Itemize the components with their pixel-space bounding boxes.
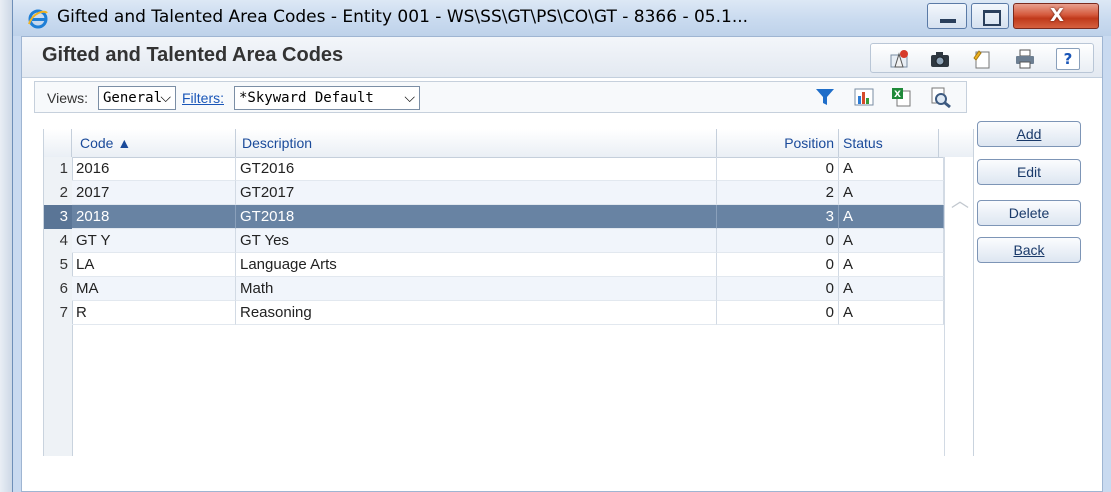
scroll-up-icon[interactable]: ︿ <box>951 187 969 213</box>
rownum-header <box>44 129 72 157</box>
chevron-down-icon: ⌵ <box>160 90 171 106</box>
maximize-button[interactable] <box>971 3 1009 29</box>
position-cell: 0 <box>717 157 839 181</box>
close-button[interactable]: X <box>1013 3 1099 29</box>
description-cell: GT2016 <box>236 157 717 181</box>
table-row[interactable]: 2 2017 GT2017 2 A <box>44 181 944 205</box>
minimize-icon <box>940 19 956 23</box>
header-toolbar: ? <box>870 43 1094 73</box>
table-row-selected[interactable]: 3 2018 GT2018 3 A <box>44 205 944 229</box>
code-cell: 2018 <box>72 205 236 229</box>
code-cell: MA <box>72 277 236 301</box>
position-cell: 0 <box>717 301 839 325</box>
close-icon: X <box>1050 5 1064 26</box>
code-column-header[interactable]: Code ▲ <box>72 129 236 157</box>
description-cell: Language Arts <box>236 253 717 277</box>
title-bar[interactable]: Gifted and Talented Area Codes - Entity … <box>13 0 1111 36</box>
status-cell: A <box>839 205 944 229</box>
code-cell: LA <box>72 253 236 277</box>
page-header: Gifted and Talented Area Codes ? <box>22 37 1102 78</box>
table-row[interactable]: 4 GT Y GT Yes 0 A <box>44 229 944 253</box>
status-cell: A <box>839 253 944 277</box>
filter-icon[interactable] <box>813 86 837 108</box>
internet-explorer-icon <box>28 9 48 29</box>
status-column-header[interactable]: Status <box>839 129 939 157</box>
description-cell: GT2017 <box>236 181 717 205</box>
position-cell: 0 <box>717 253 839 277</box>
views-label: Views: <box>47 90 88 106</box>
description-cell: Reasoning <box>236 301 717 325</box>
minimize-button[interactable] <box>927 3 967 29</box>
views-filters-bar: Views: General ⌵ Filters: *Skyward Defau… <box>34 81 967 113</box>
maximize-icon <box>983 10 1001 26</box>
description-cell: Math <box>236 277 717 301</box>
chart-icon[interactable] <box>852 86 876 108</box>
code-cell: GT Y <box>72 229 236 253</box>
views-value: General <box>103 90 163 106</box>
code-cell: 2016 <box>72 157 236 181</box>
filters-link[interactable]: Filters: <box>182 90 224 106</box>
edit-button[interactable]: Edit <box>977 159 1081 185</box>
position-cell: 0 <box>717 277 839 301</box>
excel-export-icon[interactable]: X <box>889 86 913 108</box>
add-button[interactable]: Add <box>977 121 1081 147</box>
row-number: 5 <box>59 256 68 273</box>
back-button[interactable]: Back <box>977 237 1081 263</box>
table-row[interactable]: 1 2016 GT2016 0 A <box>44 157 944 181</box>
code-cell: R <box>72 301 236 325</box>
status-cell: A <box>839 181 944 205</box>
window-title: Gifted and Talented Area Codes - Entity … <box>57 7 749 27</box>
row-number: 1 <box>59 160 68 177</box>
row-number: 7 <box>59 304 68 321</box>
row-number: 4 <box>59 232 68 249</box>
description-cell: GT2018 <box>236 205 717 229</box>
app-window: Gifted and Talented Area Codes - Entity … <box>12 0 1111 492</box>
table-scrollbar[interactable]: ︿ <box>944 157 973 456</box>
filters-select[interactable]: *Skyward Default ⌵ <box>234 86 420 110</box>
status-cell: A <box>839 229 944 253</box>
desktop-edge <box>0 0 12 492</box>
status-cell: A <box>839 301 944 325</box>
table-header: Code ▲ Description Position Status <box>44 129 973 158</box>
print-preview-icon[interactable] <box>928 86 952 108</box>
print-icon[interactable] <box>1014 48 1036 70</box>
status-cell: A <box>839 277 944 301</box>
camera-icon[interactable] <box>929 48 951 70</box>
position-column-header[interactable]: Position <box>717 129 839 157</box>
notes-icon[interactable] <box>971 48 993 70</box>
table-row[interactable]: 5 LA Language Arts 0 A <box>44 253 944 277</box>
table-row[interactable]: 6 MA Math 0 A <box>44 277 944 301</box>
position-cell: 3 <box>717 205 839 229</box>
row-number: 6 <box>59 280 68 297</box>
svg-text:X: X <box>894 90 901 100</box>
codes-table: Code ▲ Description Position Status 1 201… <box>43 129 974 456</box>
table-row[interactable]: 7 R Reasoning 0 A <box>44 301 944 325</box>
status-cell: A <box>839 157 944 181</box>
position-cell: 0 <box>717 229 839 253</box>
row-number: 2 <box>59 184 68 201</box>
chevron-down-icon: ⌵ <box>404 90 415 106</box>
filters-value: *Skyward Default <box>239 90 374 106</box>
code-cell: 2017 <box>72 181 236 205</box>
delete-button[interactable]: Delete <box>977 200 1081 226</box>
description-cell: GT Yes <box>236 229 717 253</box>
page-title: Gifted and Talented Area Codes <box>42 44 344 66</box>
help-icon[interactable]: ? <box>1056 48 1080 70</box>
views-select[interactable]: General ⌵ <box>98 86 176 110</box>
row-number: 3 <box>44 205 72 229</box>
position-cell: 2 <box>717 181 839 205</box>
description-column-header[interactable]: Description <box>236 129 717 157</box>
alert-icon[interactable] <box>889 48 911 70</box>
